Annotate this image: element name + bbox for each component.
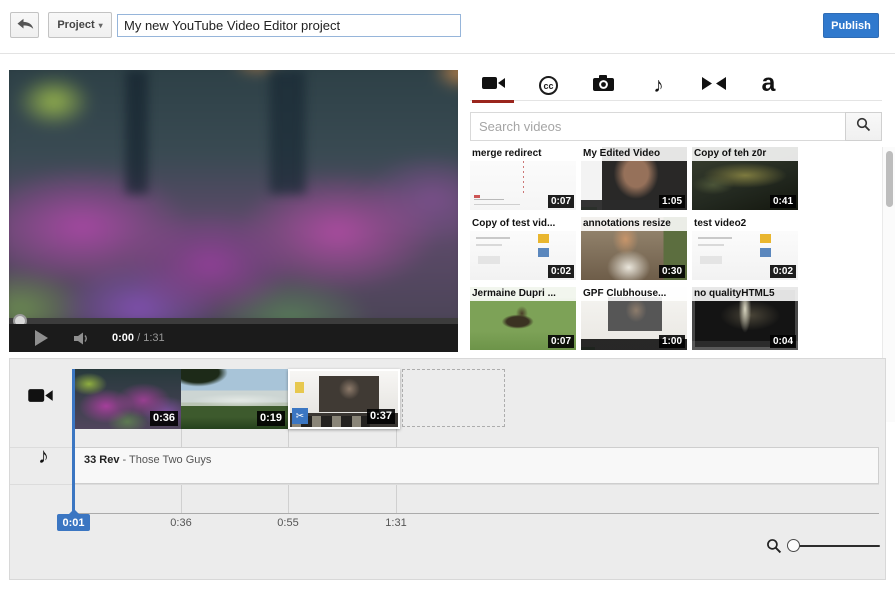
photo-camera-icon <box>593 75 615 97</box>
video-track-icon <box>28 387 54 409</box>
search-input[interactable] <box>470 112 845 141</box>
library-video-item[interactable]: test video2 0:02 <box>692 217 798 280</box>
library-video-item[interactable]: merge redirect 0:07 <box>470 147 576 210</box>
library-video-item[interactable]: Jermaine Dupri ... 0:07 <box>470 287 576 350</box>
time-display: 0:00 / 1:31 <box>112 332 165 344</box>
search-button[interactable] <box>845 112 882 141</box>
video-title: Copy of test vid... <box>470 217 576 231</box>
video-duration-badge: 0:30 <box>659 265 685 278</box>
publish-button[interactable]: Publish <box>823 13 879 38</box>
current-time: 0:00 <box>112 332 134 344</box>
audio-track-clip[interactable]: 33 Rev - Those Two Guys <box>74 447 879 484</box>
tab-text[interactable]: a <box>745 70 792 101</box>
clip-drop-zone[interactable] <box>402 369 505 427</box>
back-arrow-icon <box>16 17 34 34</box>
ruler-label: 1:31 <box>374 517 418 529</box>
tab-videos[interactable] <box>470 70 517 101</box>
zoom-icon <box>766 538 782 559</box>
library-video-item[interactable]: Copy of teh z0r 0:41 <box>692 147 798 210</box>
time-separator: / <box>134 332 143 344</box>
clip-duration-badge: 0:37 <box>367 409 395 424</box>
preview-frame <box>9 70 458 318</box>
library-video-item[interactable]: My Edited Video 1:05 <box>581 147 687 210</box>
playhead-line[interactable] <box>72 369 75 514</box>
clip-duration-badge: 0:19 <box>257 411 285 426</box>
preview-video-image-overlay <box>9 70 458 194</box>
player-controls: 0:00 / 1:31 <box>9 324 458 352</box>
total-duration: 1:31 <box>143 332 164 344</box>
video-duration-badge: 0:07 <box>548 195 574 208</box>
scrollbar-thumb[interactable] <box>886 151 893 207</box>
scissors-icon[interactable]: ✂ <box>292 408 308 424</box>
creative-commons-icon: cc <box>539 76 558 95</box>
video-camera-icon <box>482 75 506 96</box>
track-separator <box>10 484 879 485</box>
chevron-down-icon: ▾ <box>99 21 103 30</box>
back-button[interactable] <box>10 12 39 38</box>
video-duration-badge: 0:02 <box>770 265 796 278</box>
video-title: test video2 <box>692 217 798 231</box>
timeline-panel: ♪ 0:36 0:19 ✂ 0:37 33 Rev - Those Two Gu… <box>9 358 886 580</box>
video-title: GPF Clubhouse... <box>581 287 687 301</box>
project-menu-label: Project <box>57 19 94 31</box>
video-duration-badge: 0:41 <box>770 195 796 208</box>
video-preview-player: 0:00 / 1:31 <box>9 70 458 352</box>
search-icon <box>856 117 871 137</box>
video-title: Copy of teh z0r <box>692 147 798 161</box>
clip-duration-badge: 0:36 <box>150 411 178 426</box>
video-title: annotations resize <box>581 217 687 231</box>
library-video-item[interactable]: no qualityHTML5 0:04 <box>692 287 798 350</box>
audio-artist: 33 Rev <box>84 454 119 466</box>
timeline-zoom-handle[interactable] <box>787 539 800 552</box>
timeline-clip-2[interactable]: 0:19 <box>181 369 288 429</box>
timeline-clip-1[interactable]: 0:36 <box>74 369 181 429</box>
tab-transitions[interactable] <box>690 70 737 101</box>
project-name-input[interactable] <box>117 14 461 37</box>
video-duration-badge: 0:02 <box>548 265 574 278</box>
ruler-label: 0:36 <box>159 517 203 529</box>
library-video-item[interactable]: GPF Clubhouse... 1:00 <box>581 287 687 350</box>
transition-icon <box>702 77 726 95</box>
video-title: merge redirect <box>470 147 576 161</box>
video-duration-badge: 1:05 <box>659 195 685 208</box>
volume-icon[interactable] <box>74 332 90 345</box>
video-title: My Edited Video <box>581 147 687 161</box>
library-video-item[interactable]: Copy of test vid... 0:02 <box>470 217 576 280</box>
video-duration-badge: 1:00 <box>659 335 685 348</box>
music-note-icon: ♪ <box>653 75 664 96</box>
top-toolbar: Project ▾ Publish <box>0 0 895 54</box>
audio-clip-label: 33 Rev - Those Two Guys <box>84 454 211 466</box>
text-tool-icon: a <box>762 71 776 96</box>
search-row <box>470 112 882 141</box>
ruler-baseline <box>74 513 879 514</box>
video-title: Jermaine Dupri ... <box>470 287 576 301</box>
video-duration-badge: 0:04 <box>770 335 796 348</box>
timeline-zoom-slider[interactable] <box>794 545 880 547</box>
tab-audio[interactable]: ♪ <box>635 70 682 101</box>
playhead-time-badge[interactable]: 0:01 <box>57 514 90 531</box>
ruler-label: 0:55 <box>266 517 310 529</box>
play-button[interactable] <box>35 330 48 346</box>
tab-creative-commons[interactable]: cc <box>525 70 572 101</box>
library-video-item[interactable]: annotations resize 0:30 <box>581 217 687 280</box>
video-title: no qualityHTML5 <box>692 287 798 301</box>
media-library-panel: cc ♪ a <box>470 70 894 352</box>
video-duration-badge: 0:07 <box>548 335 574 348</box>
project-menu-button[interactable]: Project ▾ <box>48 12 112 38</box>
timeline-clip-3[interactable]: ✂ 0:37 <box>288 369 400 429</box>
tab-photos[interactable] <box>580 70 627 101</box>
audio-title: - Those Two Guys <box>119 454 211 466</box>
library-tabs: cc ♪ a <box>470 70 882 101</box>
youtube-video-editor: Project ▾ Publish 0:00 / 1:31 <box>0 0 895 597</box>
